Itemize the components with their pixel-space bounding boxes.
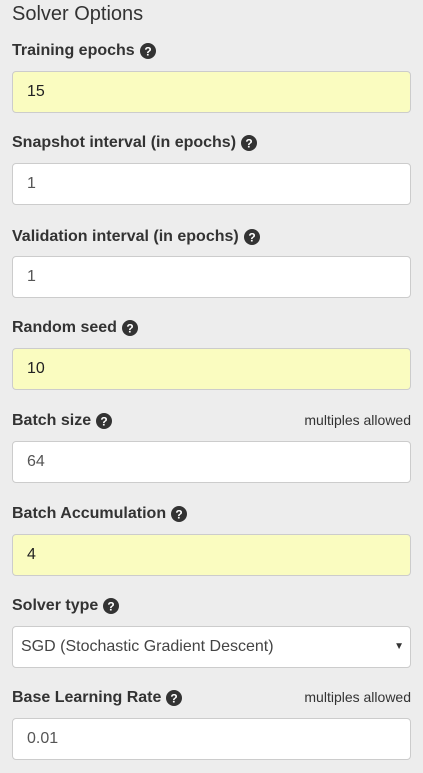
help-icon[interactable]: ? (241, 135, 258, 151)
solver-type-select[interactable]: SGD (Stochastic Gradient Descent) ▼ (12, 626, 411, 668)
svg-text:?: ? (100, 415, 107, 429)
batch-size-field: Batch size ? multiples allowed (12, 409, 411, 483)
validation-interval-input[interactable] (12, 256, 411, 298)
base-learning-rate-field: Base Learning Rate ? multiples allowed (12, 686, 411, 760)
base-learning-rate-input[interactable] (12, 718, 411, 760)
batch-size-label: Batch size (12, 412, 92, 429)
random-seed-label: Random seed (12, 319, 117, 336)
svg-text:?: ? (126, 322, 133, 336)
base-learning-rate-label: Base Learning Rate (12, 689, 162, 706)
batch-size-input[interactable] (12, 441, 411, 483)
random-seed-input[interactable] (12, 348, 411, 390)
training-epochs-field: Training epochs ? (12, 39, 411, 113)
svg-text:?: ? (108, 600, 115, 614)
help-icon[interactable]: ? (243, 229, 260, 245)
svg-text:?: ? (171, 692, 178, 706)
help-icon[interactable]: ? (171, 506, 188, 522)
caret-down-icon: ▼ (394, 641, 404, 652)
help-icon[interactable]: ? (166, 690, 183, 706)
multiples-allowed-hint: multiples allowed (304, 689, 411, 705)
help-icon[interactable]: ? (103, 598, 120, 614)
snapshot-interval-field: Snapshot interval (in epochs) ? (12, 131, 411, 205)
svg-text:?: ? (175, 508, 182, 522)
svg-text:?: ? (245, 137, 252, 151)
svg-text:?: ? (248, 231, 255, 245)
snapshot-interval-label: Snapshot interval (in epochs) (12, 134, 237, 151)
solver-type-field: Solver type ? SGD (Stochastic Gradient D… (12, 594, 411, 668)
solver-type-selected: SGD (Stochastic Gradient Descent) (21, 638, 274, 655)
training-epochs-label: Training epochs (12, 42, 135, 59)
help-icon[interactable]: ? (121, 320, 138, 336)
validation-interval-label: Validation interval (in epochs) (12, 228, 239, 245)
validation-interval-field: Validation interval (in epochs) ? (12, 225, 411, 298)
svg-text:?: ? (144, 45, 151, 59)
panel-title: Solver Options (12, 3, 144, 25)
batch-accumulation-field: Batch Accumulation ? (12, 502, 411, 576)
snapshot-interval-input[interactable] (12, 163, 411, 205)
help-icon[interactable]: ? (96, 413, 113, 429)
batch-accumulation-label: Batch Accumulation (12, 505, 167, 522)
batch-accumulation-input[interactable] (12, 534, 411, 576)
solver-options-panel: Solver Options Training epochs ? Snapsho… (0, 0, 423, 773)
random-seed-field: Random seed ? (12, 316, 411, 390)
training-epochs-input[interactable] (12, 71, 411, 113)
multiples-allowed-hint: multiples allowed (304, 412, 411, 428)
solver-type-label: Solver type (12, 597, 99, 614)
help-icon[interactable]: ? (139, 43, 156, 59)
